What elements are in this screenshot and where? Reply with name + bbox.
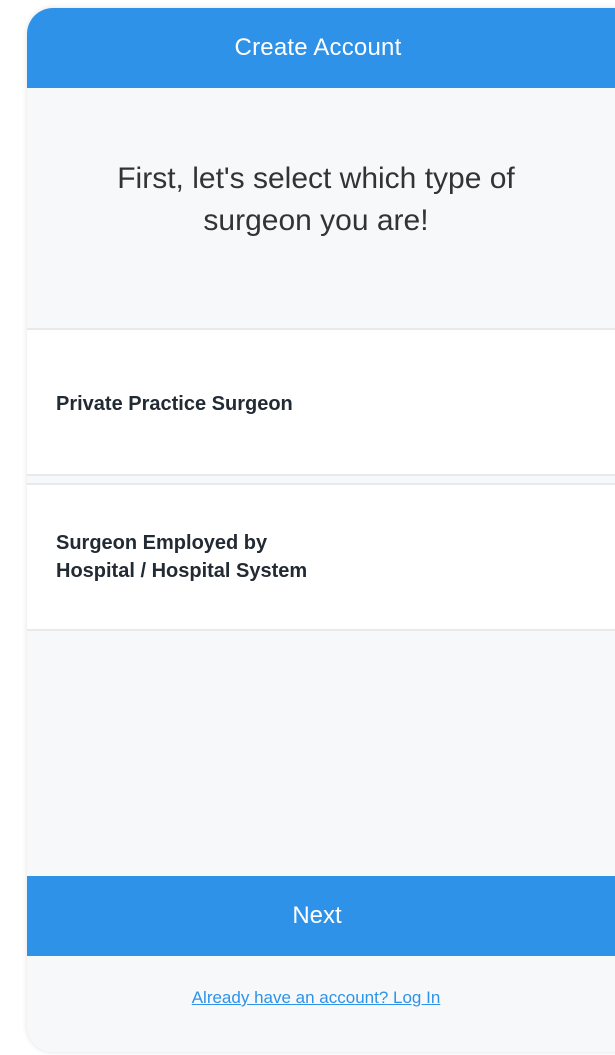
option-label-line: Private Practice Surgeon bbox=[56, 393, 293, 415]
login-link[interactable]: Already have an account? Log In bbox=[192, 988, 441, 1007]
next-button[interactable]: Next bbox=[27, 876, 615, 956]
selection-prompt: First, let's select which type of surgeo… bbox=[27, 158, 615, 242]
option-label: Private Practice Surgeon bbox=[56, 390, 293, 418]
option-label-line: Hospital / Hospital System bbox=[56, 560, 308, 582]
login-link-row: Already have an account? Log In bbox=[27, 988, 615, 1008]
option-hospital-employed-surgeon[interactable]: Surgeon Employed by Hospital / Hospital … bbox=[27, 483, 615, 631]
option-label-line: Surgeon Employed by bbox=[56, 532, 268, 554]
prompt-line-1: First, let's select which type of bbox=[117, 162, 515, 195]
header-bar: Create Account bbox=[27, 8, 615, 88]
page-title: Create Account bbox=[234, 34, 402, 61]
app-screen: Create Account First, let's select which… bbox=[27, 8, 615, 1052]
next-button-label: Next bbox=[292, 902, 342, 929]
option-private-practice-surgeon[interactable]: Private Practice Surgeon bbox=[27, 328, 615, 476]
prompt-line-2: surgeon you are! bbox=[203, 204, 429, 237]
option-label: Surgeon Employed by Hospital / Hospital … bbox=[56, 529, 307, 585]
